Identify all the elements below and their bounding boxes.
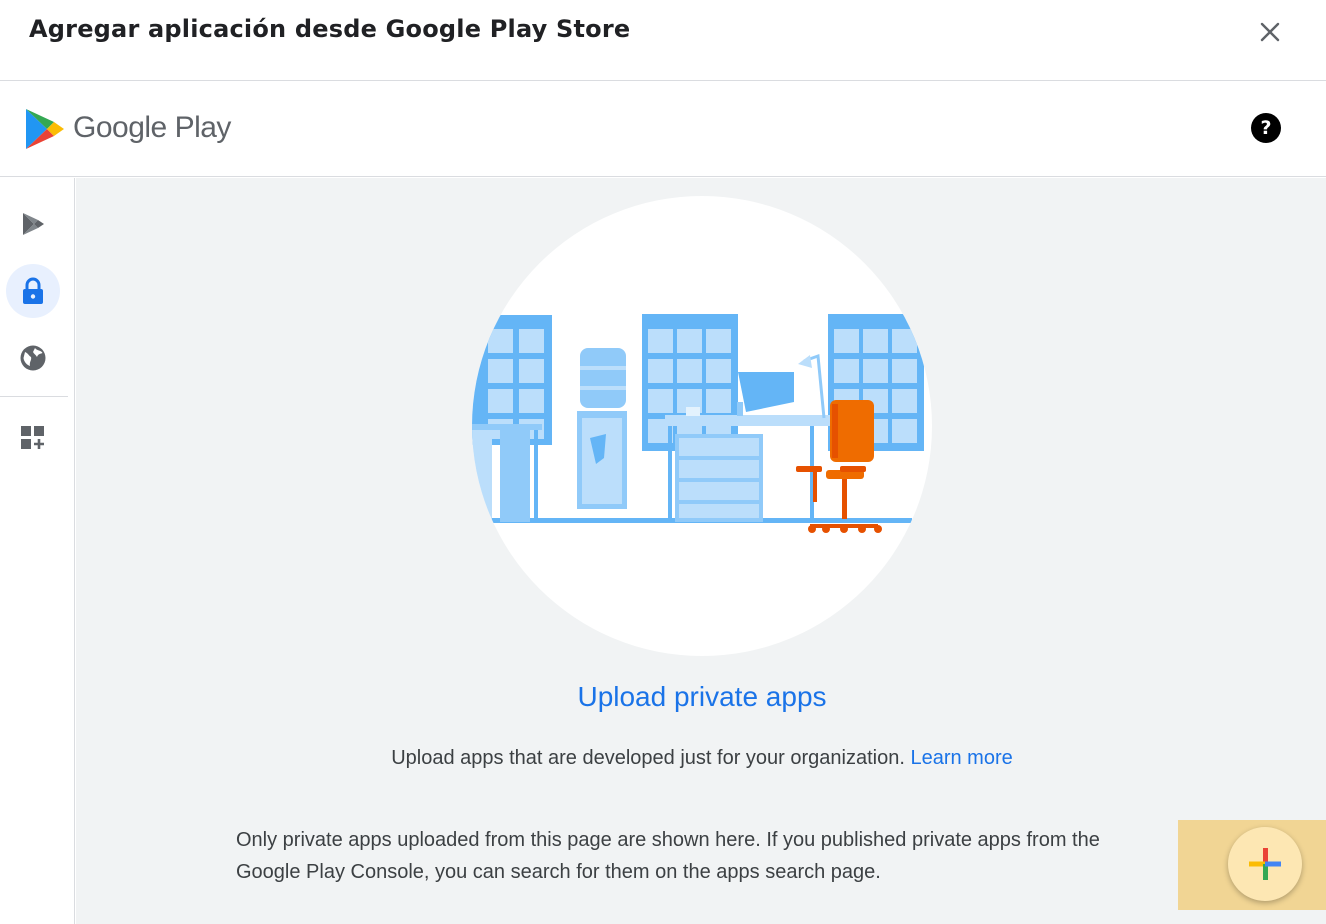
learn-more-link[interactable]: Learn more xyxy=(910,747,1012,769)
dialog-title: Agregar aplicación desde Google Play Sto… xyxy=(29,15,631,43)
office-illustration-art xyxy=(472,314,924,533)
close-button[interactable] xyxy=(1252,14,1288,50)
managed-play-icon xyxy=(23,213,44,235)
close-icon xyxy=(1260,22,1280,42)
office-illustration xyxy=(472,196,932,656)
upload-description: Upload apps that are developed just for … xyxy=(76,747,1326,770)
sidebar-item-web-apps[interactable] xyxy=(6,331,60,385)
sidebar-divider xyxy=(0,396,68,397)
lock-icon xyxy=(23,277,43,304)
sidebar-item-managed-play[interactable] xyxy=(6,197,60,251)
sidebar-item-private-apps[interactable] xyxy=(6,264,60,318)
plus-icon xyxy=(1249,848,1281,880)
dialog-header: Agregar aplicación desde Google Play Sto… xyxy=(0,0,1326,81)
help-button[interactable]: ? xyxy=(1251,113,1281,143)
upload-description-text: Upload apps that are developed just for … xyxy=(391,747,905,769)
upload-private-apps-title: Upload private apps xyxy=(577,681,827,712)
private-apps-note: Only private apps uploaded from this pag… xyxy=(236,829,1100,883)
google-play-wordmark: Google Play xyxy=(73,111,231,144)
google-play-header: Google Play ? xyxy=(0,81,1326,177)
google-play-logo-icon xyxy=(26,109,64,149)
add-private-app-button[interactable] xyxy=(1228,827,1302,901)
globe-icon xyxy=(20,345,46,371)
add-widget-icon xyxy=(21,426,44,449)
sidebar-item-add-apps[interactable] xyxy=(6,411,60,465)
main-content: Upload private apps Upload apps that are… xyxy=(76,178,1326,924)
sidebar xyxy=(0,178,75,924)
